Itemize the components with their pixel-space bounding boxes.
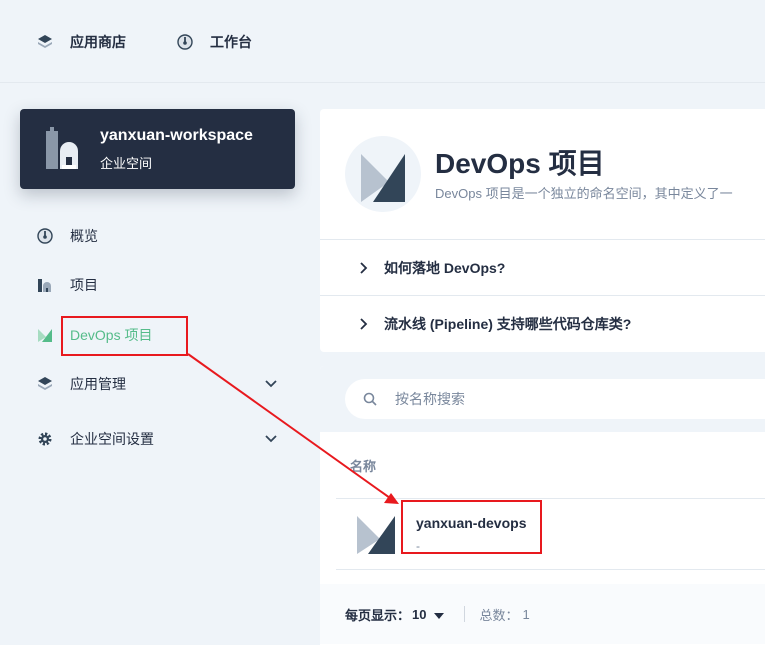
chevron-down-icon[interactable] [264,431,278,445]
layers-icon [36,375,54,393]
top-bar: 应用商店 工作台 [0,0,765,83]
workbench-label: 工作台 [210,34,252,50]
search-icon [362,391,378,407]
total-count: 1 [522,606,530,622]
column-header-name[interactable]: 名称 [350,456,376,475]
caret-down-icon[interactable] [434,609,445,619]
annotation-highlight-box [401,500,542,554]
devops-list-card: 名称 yanxuan-devops - 每页显示： 10 总数： 1 [320,366,765,645]
faq-question: 如何落地 DevOps? [384,259,506,276]
dashboard-icon [36,227,54,245]
chevron-right-icon [356,317,370,331]
divider [464,606,466,622]
chevron-right-icon [356,261,370,275]
sidebar-item-label: 企业空间设置 [70,431,154,447]
faq-item[interactable]: 如何落地 DevOps? [320,239,765,295]
search-input[interactable] [395,391,695,407]
sidebar-item-projects[interactable]: 项目 [36,271,286,299]
sidebar-item-label: 概览 [70,228,98,244]
devops-icon [345,136,421,212]
sidebar-item-overview[interactable]: 概览 [36,222,286,250]
per-page-label: 每页显示： [345,607,411,623]
sidebar-item-label: 项目 [70,277,98,293]
pagination-bar: 每页显示： 10 总数： 1 [320,584,765,644]
workspace-type: 企业空间 [100,156,153,171]
workspace-card[interactable]: yanxuan-workspace 企业空间 [20,109,295,189]
search-box[interactable] [345,379,765,419]
layers-icon [36,33,54,51]
gear-icon [36,430,54,448]
devops-icon [356,515,396,555]
page-description: DevOps 项目是一个独立的命名空间，其中定义了一 [435,186,733,201]
per-page-select[interactable]: 10 [412,607,426,622]
app-store-label: 应用商店 [70,34,126,50]
total-label: 总数： [479,607,519,623]
sidebar-item-workspace-settings[interactable]: 企业空间设置 [36,425,286,453]
chevron-down-icon[interactable] [264,376,278,390]
workspace-icon [44,127,80,171]
workspace-name: yanxuan-workspace [100,127,253,144]
app-store-link[interactable]: 应用商店 [36,32,126,52]
dashboard-icon [176,33,194,51]
annotation-highlight-box [61,316,188,356]
devops-icon [36,326,54,344]
faq-item[interactable]: 流水线 (Pipeline) 支持哪些代码仓库类? [320,295,765,351]
list-toolbar [320,366,765,432]
project-icon [36,276,54,294]
workbench-link[interactable]: 工作台 [176,32,252,52]
page-title: DevOps 项目 [435,148,605,179]
sidebar-item-label: 应用管理 [70,376,126,392]
page-header-card: DevOps 项目 DevOps 项目是一个独立的命名空间，其中定义了一 如何落… [320,109,765,352]
sidebar-item-app-management[interactable]: 应用管理 [36,370,286,398]
faq-question: 流水线 (Pipeline) 支持哪些代码仓库类? [384,315,632,332]
